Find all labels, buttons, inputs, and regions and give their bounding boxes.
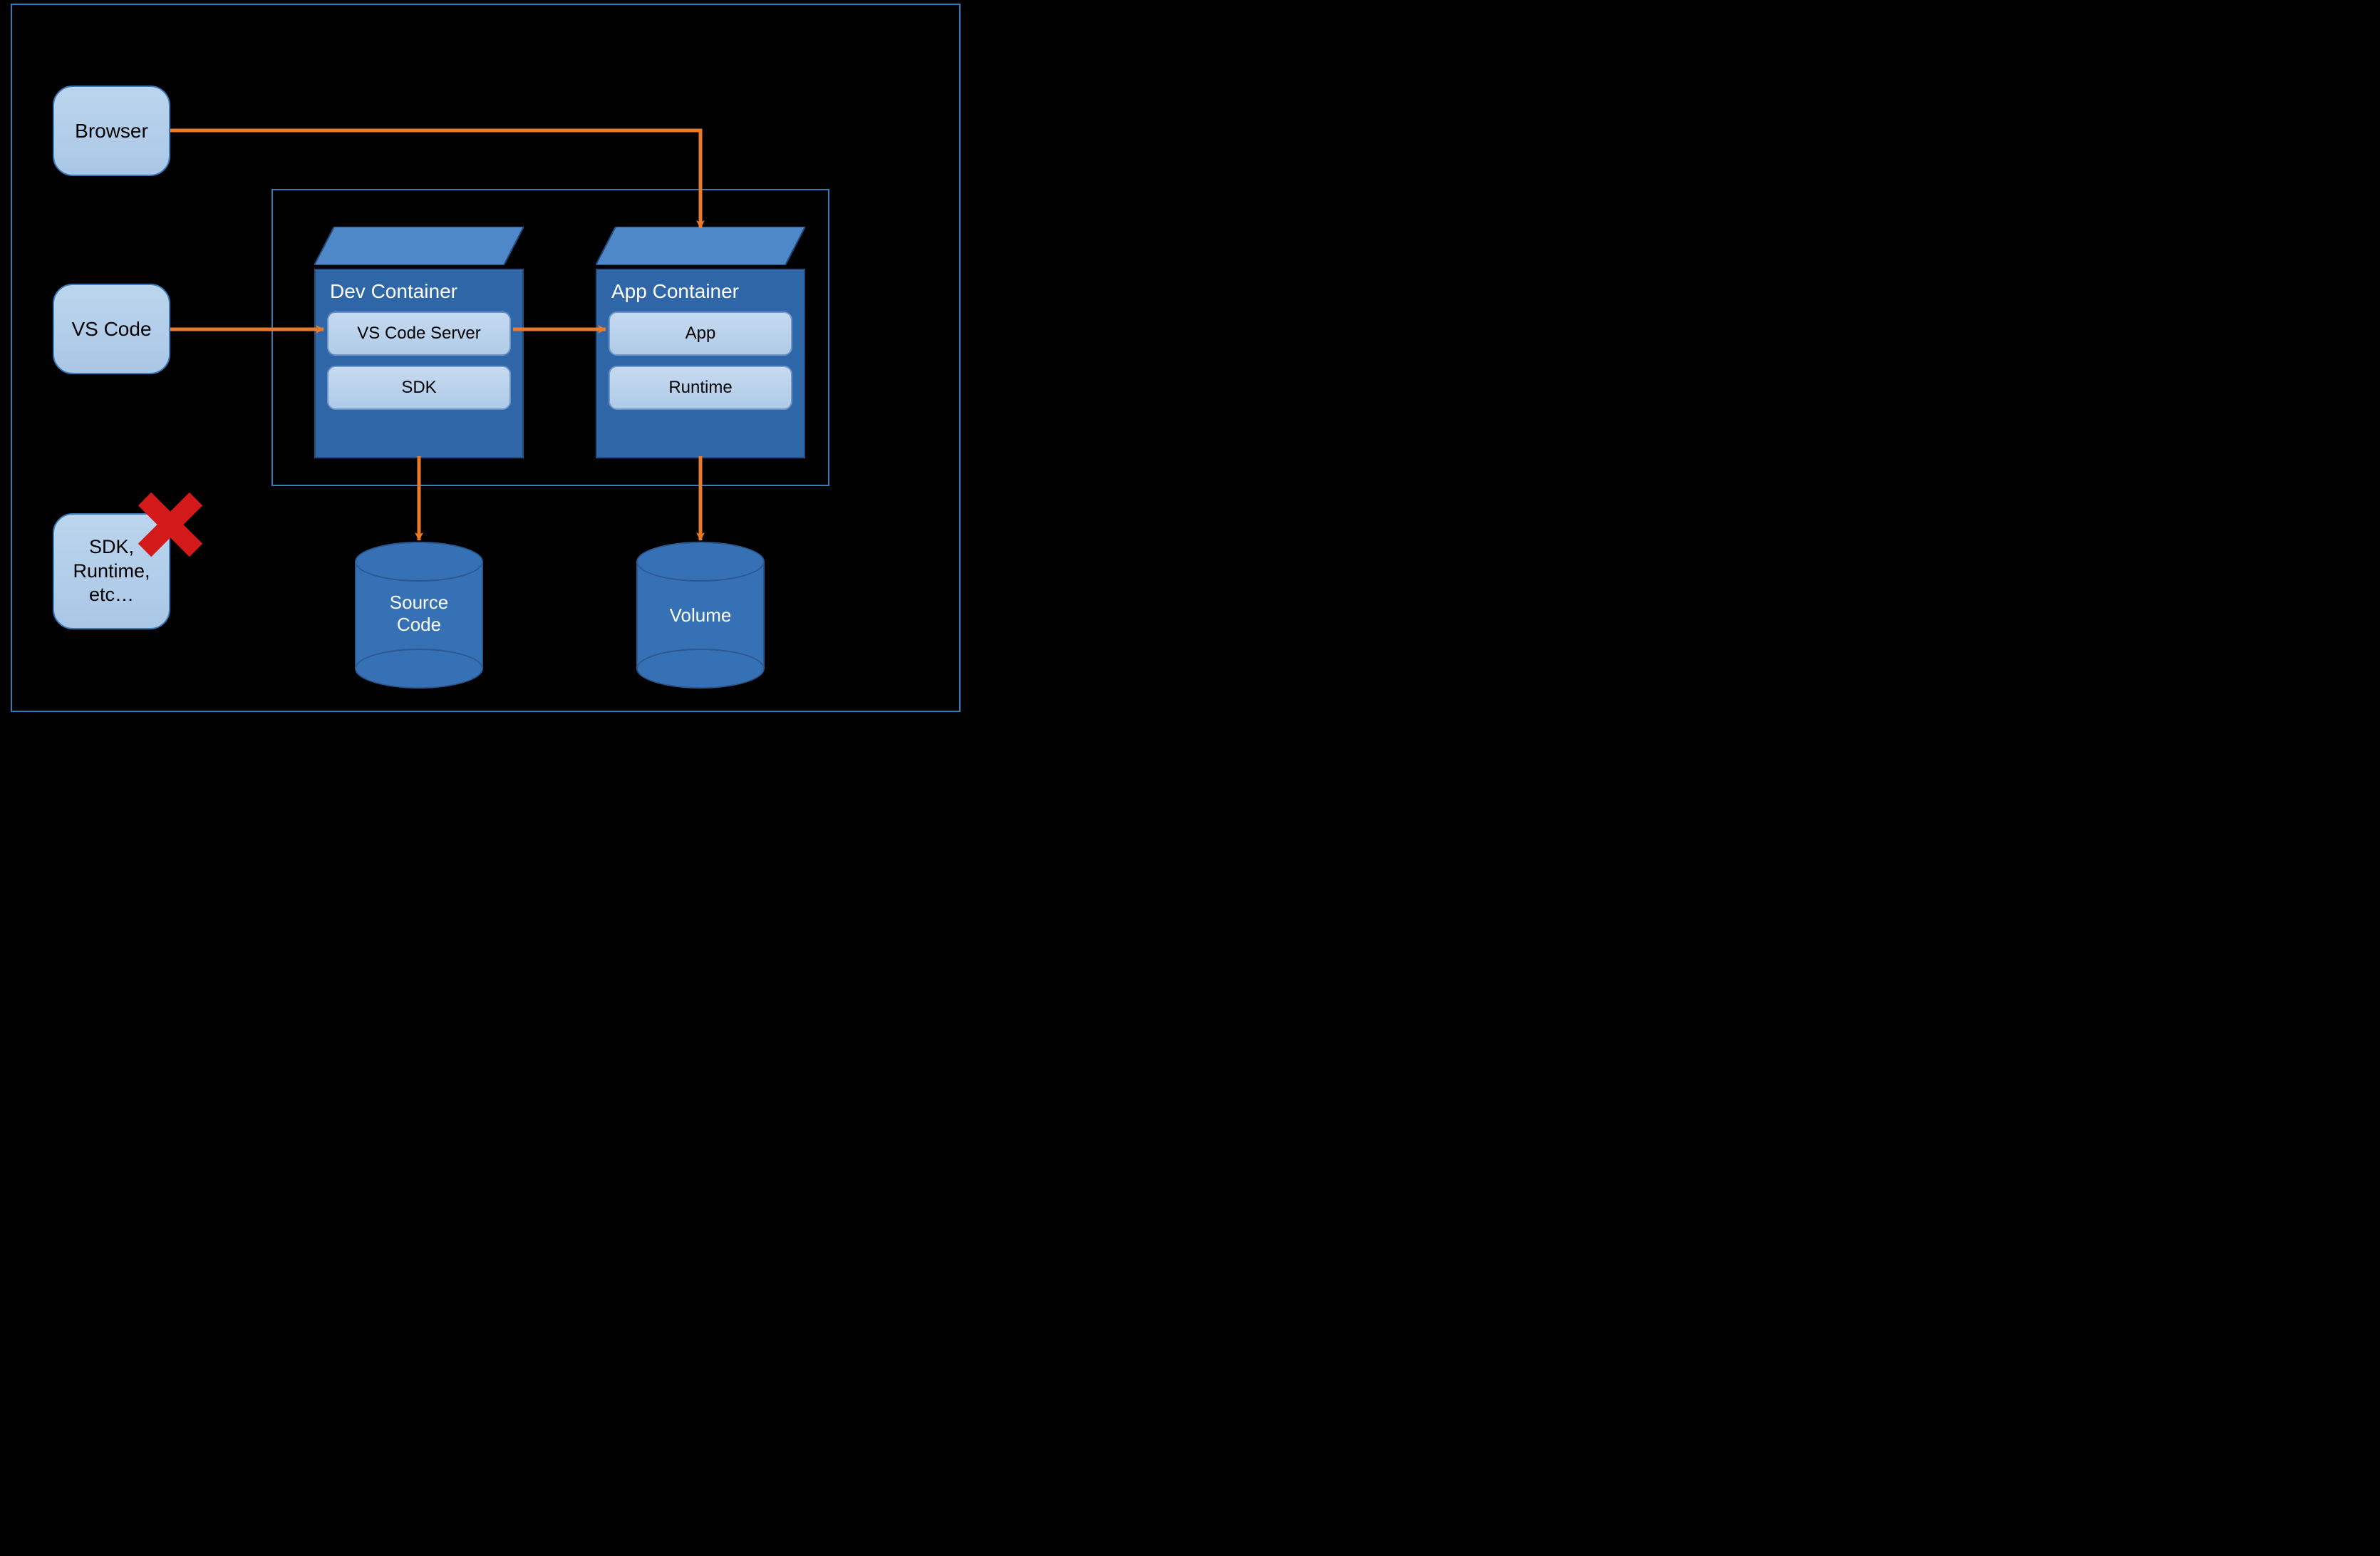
db-top: [355, 542, 483, 582]
volume-db: Volume: [636, 542, 765, 688]
browser-node: Browser: [53, 86, 170, 176]
sdk-runtime-label: SDK, Runtime, etc…: [73, 535, 150, 607]
sdk-runtime-node: SDK, Runtime, etc…: [53, 513, 170, 629]
dev-container-body: Dev Container VS Code Server SDK: [314, 269, 524, 458]
app-container-title: App Container: [611, 280, 792, 303]
sdk-label: SDK: [401, 378, 436, 398]
vscode-node: VS Code: [53, 284, 170, 374]
vscode-server-label: VS Code Server: [357, 324, 480, 344]
cube-lid-icon: [596, 227, 805, 265]
db-bottom: [355, 649, 483, 689]
db-bottom: [636, 649, 765, 689]
runtime-slot: Runtime: [609, 366, 792, 410]
source-code-label: Source Code: [355, 592, 483, 636]
diagram-canvas: e r Browser VS Code SDK, Runtime, etc… D…: [0, 0, 1097, 718]
db-top: [636, 542, 765, 582]
runtime-label: Runtime: [668, 378, 732, 398]
dev-container-cube: Dev Container VS Code Server SDK: [314, 227, 524, 458]
vscode-server-slot: VS Code Server: [327, 311, 511, 356]
sdk-slot: SDK: [327, 366, 511, 410]
app-label: App: [685, 324, 716, 344]
vscode-label: VS Code: [71, 316, 151, 341]
dev-container-title: Dev Container: [330, 280, 511, 303]
app-container-body: App Container App Runtime: [596, 269, 805, 458]
source-code-db: Source Code: [355, 542, 483, 688]
truncated-label: e r: [258, 298, 267, 332]
volume-label: Volume: [636, 604, 765, 627]
app-container-cube: App Container App Runtime: [596, 227, 805, 458]
app-slot: App: [609, 311, 792, 356]
cube-lid-icon: [314, 227, 524, 265]
browser-label: Browser: [75, 118, 148, 143]
